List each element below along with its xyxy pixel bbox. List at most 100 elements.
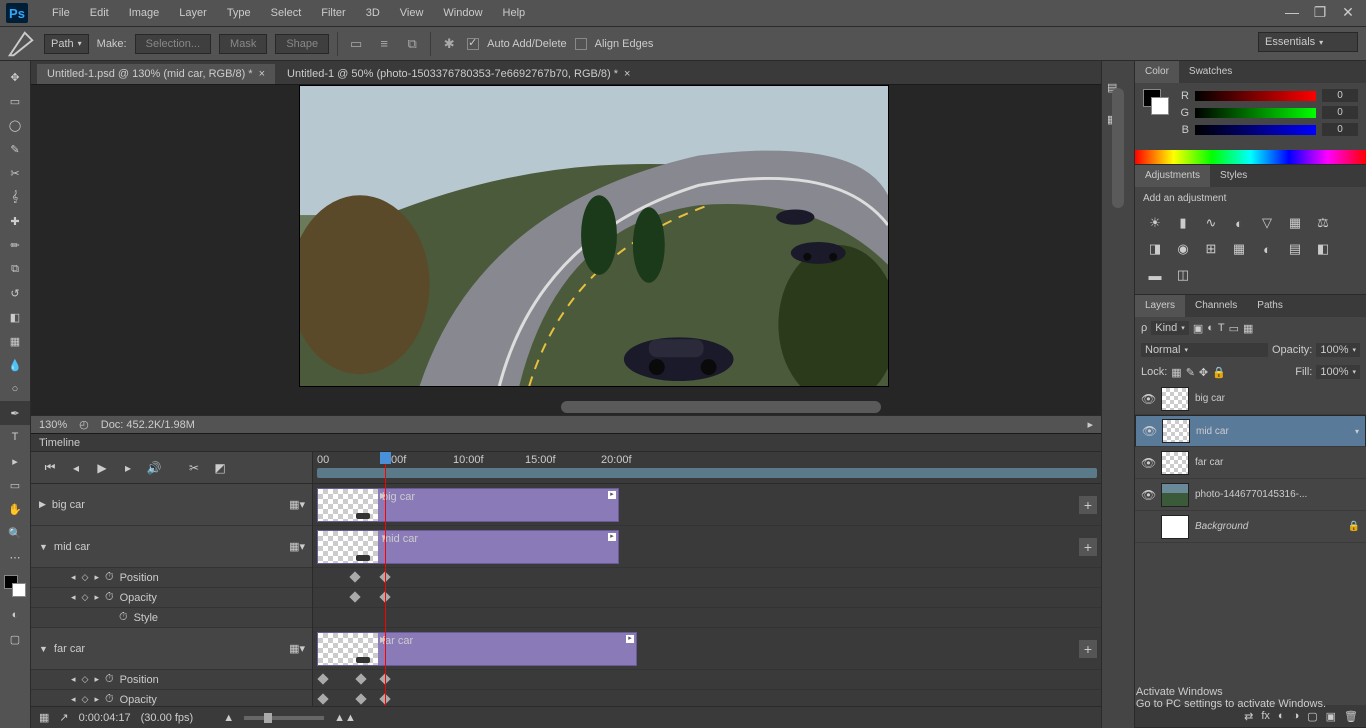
- blend-mode-select[interactable]: Normal: [1141, 343, 1268, 357]
- close-icon[interactable]: ×: [259, 68, 265, 80]
- kf-toggle-icon[interactable]: ◇: [82, 674, 89, 685]
- prop-opacity[interactable]: Opacity: [120, 694, 157, 706]
- path-arrange-icon[interactable]: ⧉: [402, 34, 422, 54]
- kf-toggle-icon[interactable]: ◇: [82, 592, 89, 603]
- path-align-icon[interactable]: ≡: [374, 34, 394, 54]
- stopwatch-icon[interactable]: ⏱: [105, 571, 114, 584]
- menu-filter[interactable]: Filter: [311, 0, 355, 27]
- audio-button[interactable]: 🔊: [143, 457, 165, 479]
- zoom-slider[interactable]: [244, 716, 324, 720]
- keyframe[interactable]: [317, 693, 328, 704]
- filter-shape-icon[interactable]: ▭: [1229, 322, 1239, 335]
- layer-fx-icon[interactable]: fx: [1261, 710, 1270, 722]
- bw-icon[interactable]: ◨: [1145, 240, 1165, 258]
- healing-tool[interactable]: ✚: [0, 209, 30, 233]
- stopwatch-icon[interactable]: ⏱: [105, 673, 114, 686]
- horizontal-scrollbar[interactable]: [561, 401, 881, 413]
- channel-mixer-icon[interactable]: ⊞: [1201, 240, 1221, 258]
- track-far-car[interactable]: far car: [54, 643, 85, 655]
- photo-filter-icon[interactable]: ◉: [1173, 240, 1193, 258]
- kf-prev-icon[interactable]: ◂: [71, 572, 76, 583]
- kf-toggle-icon[interactable]: ◇: [82, 572, 89, 583]
- track-big-car[interactable]: big car: [52, 499, 85, 511]
- tab-layers[interactable]: Layers: [1135, 295, 1185, 317]
- vibrance-icon[interactable]: ▽: [1257, 214, 1277, 232]
- menu-edit[interactable]: Edit: [80, 0, 119, 27]
- marquee-tool[interactable]: ▭: [0, 89, 30, 113]
- pen-tool-icon[interactable]: [6, 32, 36, 56]
- red-slider[interactable]: [1195, 91, 1316, 101]
- levels-icon[interactable]: ▮: [1173, 214, 1193, 232]
- visibility-icon[interactable]: 👁: [1141, 488, 1155, 502]
- next-frame-button[interactable]: ▸: [117, 457, 139, 479]
- gear-icon[interactable]: ✱: [439, 34, 459, 54]
- tab-color[interactable]: Color: [1135, 61, 1179, 83]
- brush-tool[interactable]: ✏: [0, 233, 30, 257]
- keyframe[interactable]: [355, 673, 366, 684]
- keyframe[interactable]: [349, 571, 360, 582]
- threshold-icon[interactable]: ◧: [1313, 240, 1333, 258]
- disclosure-icon[interactable]: ▼: [39, 542, 48, 552]
- prop-position[interactable]: Position: [120, 572, 159, 584]
- disclosure-icon[interactable]: ▶: [39, 499, 46, 510]
- selection-button[interactable]: Selection...: [135, 34, 211, 54]
- add-track-button[interactable]: +: [1079, 496, 1097, 514]
- fg-bg-swatch[interactable]: [1143, 89, 1171, 117]
- lasso-tool[interactable]: ◯: [0, 113, 30, 137]
- quick-select-tool[interactable]: ✎: [0, 137, 30, 161]
- tab-swatches[interactable]: Swatches: [1179, 61, 1242, 83]
- disclosure-icon[interactable]: ▼: [39, 644, 48, 654]
- menu-select[interactable]: Select: [261, 0, 312, 27]
- type-tool[interactable]: T: [0, 425, 30, 449]
- keyframe[interactable]: [349, 591, 360, 602]
- tab-adjustments[interactable]: Adjustments: [1135, 165, 1210, 187]
- kf-next-icon[interactable]: ▸: [94, 572, 99, 583]
- render-icon[interactable]: ↗: [59, 711, 68, 724]
- split-clip-button[interactable]: ✂: [183, 457, 205, 479]
- prev-frame-button[interactable]: ◂: [65, 457, 87, 479]
- close-button[interactable]: ✕: [1334, 2, 1362, 22]
- close-icon[interactable]: ×: [624, 68, 630, 80]
- timeline-ruler[interactable]: 00 00f 10:00f 15:00f 20:00f: [313, 452, 1101, 484]
- kf-toggle-icon[interactable]: ◇: [82, 694, 89, 705]
- menu-view[interactable]: View: [390, 0, 434, 27]
- delete-layer-icon[interactable]: 🗑: [1344, 710, 1358, 723]
- link-layers-icon[interactable]: ⇄: [1244, 710, 1253, 723]
- brightness-icon[interactable]: ☀: [1145, 214, 1165, 232]
- fg-bg-colors[interactable]: [0, 573, 30, 603]
- screenmode-toggle[interactable]: ▢: [0, 627, 30, 651]
- hand-tool[interactable]: ✋: [0, 497, 30, 521]
- canvas[interactable]: [299, 85, 889, 387]
- vertical-scrollbar[interactable]: [1112, 88, 1124, 208]
- menu-type[interactable]: Type: [217, 0, 261, 27]
- layer-far-car[interactable]: 👁far car: [1135, 447, 1366, 479]
- green-value[interactable]: 0: [1322, 106, 1358, 119]
- new-layer-icon[interactable]: ▣: [1326, 710, 1336, 723]
- zoom-out-icon[interactable]: ▲: [223, 712, 234, 724]
- frame-rate[interactable]: (30.00 fps): [141, 712, 194, 724]
- stopwatch-icon[interactable]: ⏱: [119, 611, 128, 624]
- clip-far-car[interactable]: ▶far car▸: [317, 632, 637, 666]
- auto-add-delete-checkbox[interactable]: [467, 38, 479, 50]
- prop-style[interactable]: Style: [134, 612, 158, 624]
- red-value[interactable]: 0: [1322, 89, 1358, 102]
- path-op-combine-icon[interactable]: ▭: [346, 34, 366, 54]
- shape-button[interactable]: Shape: [275, 34, 329, 54]
- keyframe[interactable]: [355, 693, 366, 704]
- visibility-icon[interactable]: 👁: [1142, 424, 1156, 438]
- tab-paths[interactable]: Paths: [1247, 295, 1293, 317]
- quickmask-toggle[interactable]: ◐: [0, 603, 30, 627]
- play-button[interactable]: ▶: [91, 457, 113, 479]
- edit-toolbar[interactable]: ⋯: [0, 545, 30, 569]
- menu-help[interactable]: Help: [493, 0, 536, 27]
- doc-info-icon[interactable]: ◴: [79, 418, 89, 431]
- zoom-tool[interactable]: 🔍: [0, 521, 30, 545]
- document-tab-2[interactable]: Untitled-1 @ 50% (photo-1503376780353-7e…: [277, 64, 640, 84]
- tab-styles[interactable]: Styles: [1210, 165, 1257, 187]
- playhead[interactable]: [385, 452, 386, 706]
- prop-position[interactable]: Position: [120, 674, 159, 686]
- stopwatch-icon[interactable]: ⏱: [105, 591, 114, 604]
- blur-tool[interactable]: 💧: [0, 353, 30, 377]
- first-frame-button[interactable]: ⏮: [39, 457, 61, 479]
- lock-position-icon[interactable]: ✥: [1199, 366, 1208, 379]
